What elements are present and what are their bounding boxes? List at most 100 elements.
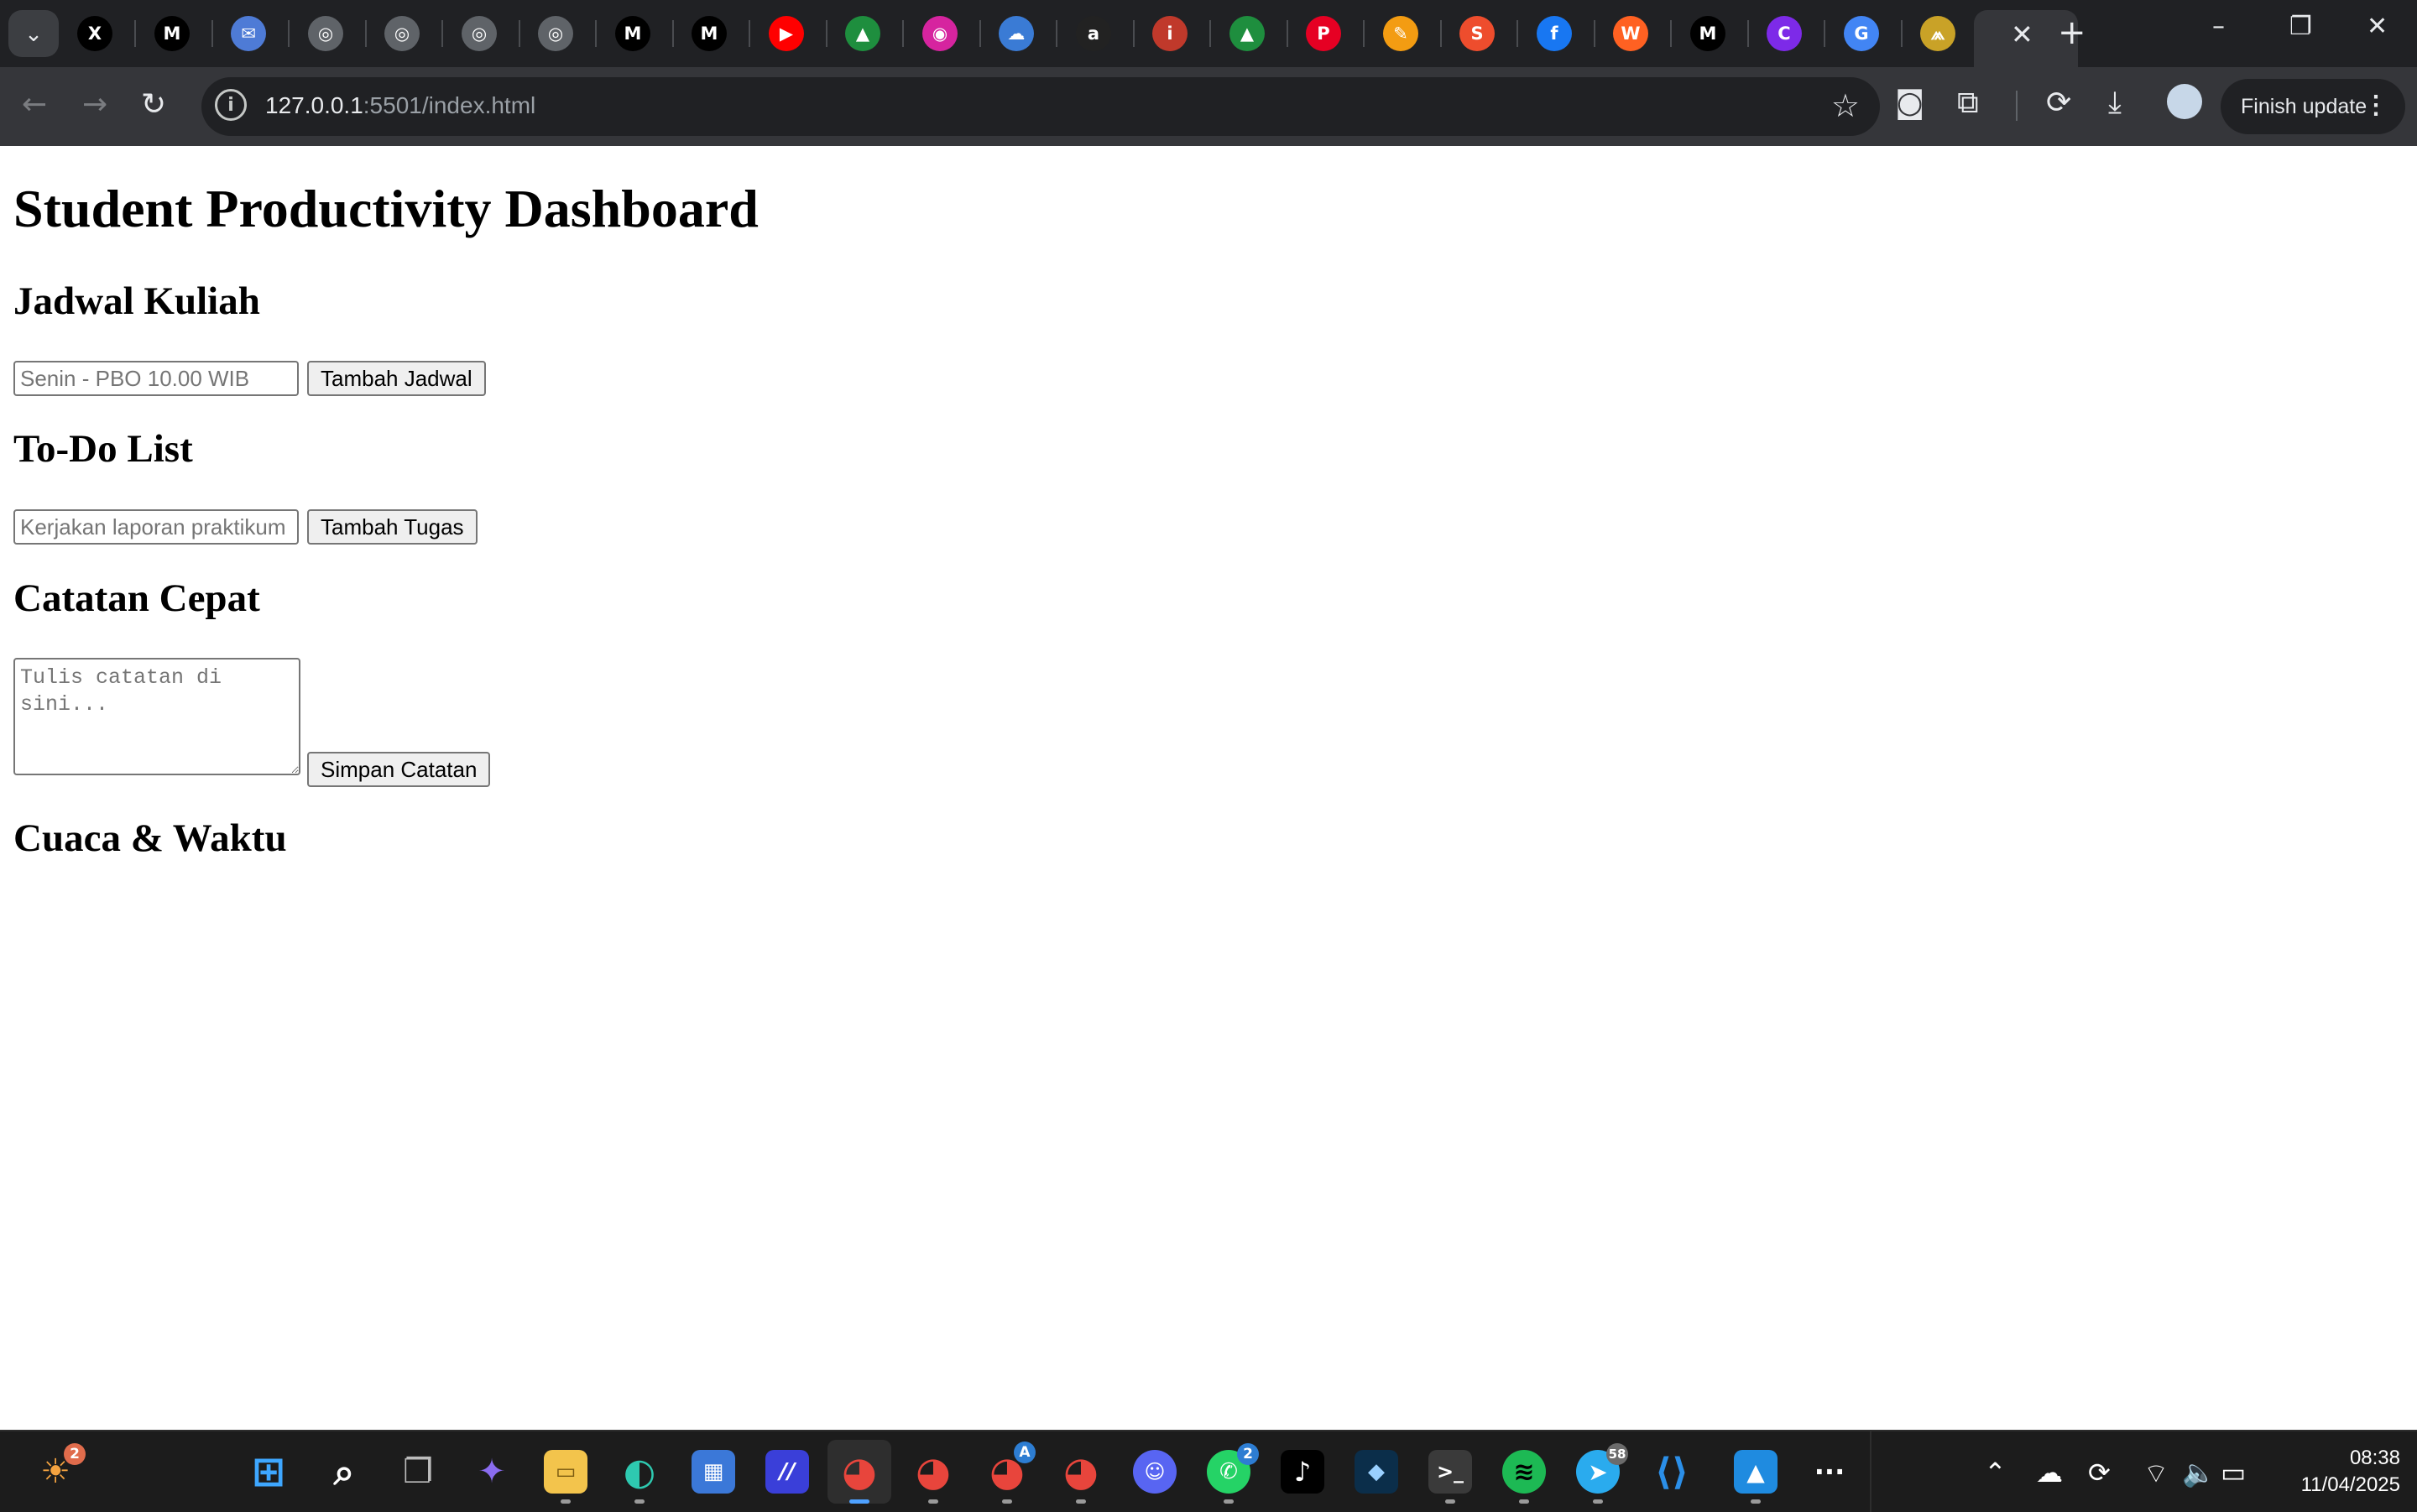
task-view-icon[interactable]: ❐ (396, 1450, 440, 1494)
weather-badge: 2 (64, 1443, 86, 1465)
medium-icon[interactable]: M (692, 16, 727, 51)
battery-icon[interactable]: ▭ (2221, 1457, 2246, 1489)
more-menu-icon[interactable]: ⋮ (2363, 91, 2388, 120)
tiktok-icon[interactable]: ♪ (1281, 1450, 1324, 1494)
bookmark-star-icon[interactable]: ☆ (1831, 87, 1860, 124)
medium-icon[interactable]: M (154, 16, 190, 51)
whatsapp-icon[interactable]: ✆ 2 (1207, 1443, 1259, 1504)
spotify-icon[interactable]: ≋ (1502, 1450, 1546, 1504)
windows-taskbar: ☀ 2 ⊞ ⌕ ❐ ✦ ▭ ◐ ▦ // ◕ ◕ ◕ A ◕ ☺ ✆ 2 ♪ ◆… (0, 1430, 2417, 1512)
screenshot-icon[interactable]: ◙ (1895, 86, 1924, 120)
wattpad-icon[interactable]: W (1613, 16, 1648, 51)
microsoft-store-icon[interactable]: ▦ (692, 1450, 735, 1494)
wifi-icon[interactable]: ⌔ (2143, 1457, 2169, 1490)
schedule-heading: Jadwal Kuliah (13, 279, 260, 323)
sync-icon[interactable]: ⟳ (2088, 1457, 2111, 1489)
globe-icon[interactable]: ◎ (538, 16, 573, 51)
add-task-button[interactable]: Tambah Tugas (307, 509, 478, 545)
photos-icon[interactable]: ▲ (1734, 1450, 1778, 1504)
globe-icon[interactable]: ◎ (308, 16, 343, 51)
active-indicator (849, 1499, 869, 1504)
notes-textarea[interactable] (13, 658, 300, 775)
url-text[interactable]: 127.0.0.1:5501/index.html (265, 92, 535, 119)
tab-separator (441, 20, 443, 47)
discord-icon[interactable]: ☺ (1133, 1450, 1177, 1494)
reload-button[interactable]: ↻ (141, 87, 166, 122)
todo-input[interactable] (13, 509, 299, 545)
volume-icon[interactable]: 🔈 (2182, 1457, 2216, 1489)
save-note-button[interactable]: Simpan Catatan (307, 752, 491, 787)
script-icon[interactable]: a (1076, 16, 1111, 51)
finish-update-label: Finish update (2241, 94, 2367, 118)
pen-icon[interactable]: ✎ (1383, 16, 1418, 51)
close-tab-icon[interactable]: ✕ (2011, 18, 2033, 50)
chrome-icon[interactable]: ◕ A (985, 1442, 1036, 1504)
system-clock[interactable]: 08:38 11/04/2025 (2266, 1445, 2400, 1499)
more-apps-icon[interactable]: ··· (1808, 1450, 1851, 1494)
forward-button[interactable]: → (82, 87, 107, 122)
running-indicator (1224, 1499, 1234, 1504)
onedrive-icon[interactable]: ☁ (2036, 1457, 2063, 1489)
telegram-badge: 58 (1606, 1443, 1628, 1465)
weather-heading: Cuaca & Waktu (13, 816, 287, 860)
add-schedule-button[interactable]: Tambah Jadwal (307, 361, 486, 396)
performance-icon[interactable]: ⟳ (2046, 86, 2071, 120)
cloud-icon[interactable]: ☁ (999, 16, 1034, 51)
tab-separator (1824, 20, 1825, 47)
url-host: 127.0.0.1 (265, 92, 363, 118)
url-path: :5501/index.html (363, 92, 536, 118)
edge-icon[interactable]: ◐ (618, 1450, 661, 1504)
telegram-icon[interactable]: ➤ 58 (1576, 1443, 1628, 1504)
instagram-icon[interactable]: ◉ (922, 16, 958, 51)
finish-update-button[interactable]: Finish update ⋮ (2221, 79, 2405, 134)
tab-separator (1363, 20, 1365, 47)
google-drive-icon[interactable]: ▲ (845, 16, 880, 51)
restore-button[interactable]: ❐ (2289, 12, 2312, 41)
tab-search-button[interactable]: ⌄ (8, 10, 59, 57)
chrome-icon[interactable]: ◕ (838, 1448, 881, 1504)
notes-heading: Catatan Cepat (13, 576, 260, 620)
minimize-button[interactable]: – (2212, 12, 2225, 41)
medium-icon[interactable]: M (1690, 16, 1725, 51)
profile-avatar[interactable] (2167, 84, 2202, 119)
canva-icon[interactable]: C (1767, 16, 1802, 51)
globe-icon[interactable]: ◎ (462, 16, 497, 51)
todo-heading: To-Do List (13, 427, 193, 471)
address-bar[interactable]: i 127.0.0.1:5501/index.html ☆ (201, 77, 1880, 136)
show-hidden-icons-icon[interactable]: ⌃ (1984, 1457, 2007, 1489)
shopee-icon[interactable]: S (1459, 16, 1495, 51)
terminal-icon[interactable]: >_ (1428, 1450, 1472, 1504)
google-drive-icon[interactable]: ▲ (1229, 16, 1265, 51)
google-icon[interactable]: G (1844, 16, 1879, 51)
globe-icon[interactable]: ◎ (384, 16, 420, 51)
site-info-icon[interactable]: i (215, 89, 247, 121)
extensions-icon[interactable]: ⧉ (1957, 86, 1979, 121)
back-button[interactable]: ← (22, 87, 47, 122)
downloads-icon[interactable]: ⤓ (2108, 86, 2122, 121)
file-explorer-icon[interactable]: ▭ (544, 1450, 587, 1504)
weather-widget-icon[interactable]: ☀ 2 (34, 1443, 86, 1494)
schedule-input[interactable] (13, 361, 299, 396)
start-icon[interactable]: ⊞ (247, 1448, 290, 1495)
info-icon[interactable]: i (1152, 16, 1188, 51)
app-icon[interactable]: // (765, 1450, 809, 1494)
pinterest-icon[interactable]: P (1306, 16, 1341, 51)
mail-icon[interactable]: ✉ (231, 16, 266, 51)
tab-separator (979, 20, 981, 47)
campus-icon[interactable]: ⩕ (1920, 16, 1955, 51)
tab-separator (1901, 20, 1903, 47)
chrome-icon[interactable]: ◕ (1059, 1448, 1103, 1504)
facebook-icon[interactable]: f (1537, 16, 1572, 51)
tab-separator (1747, 20, 1749, 47)
vscode-icon[interactable]: ⟨⟩ (1650, 1450, 1694, 1494)
medium-icon[interactable]: M (615, 16, 650, 51)
search-icon[interactable]: ⌕ (322, 1450, 366, 1494)
browser-toolbar: ← → ↻ i 127.0.0.1:5501/index.html ☆ ◙ ⧉ … (0, 67, 2417, 148)
new-tab-button[interactable]: + (2058, 13, 2086, 52)
close-window-button[interactable]: ✕ (2367, 12, 2388, 41)
chrome-icon[interactable]: ◕ (911, 1448, 955, 1504)
x-icon[interactable]: X (77, 16, 112, 51)
copilot-icon[interactable]: ✦ (470, 1450, 514, 1494)
youtube-icon[interactable]: ▶ (769, 16, 804, 51)
app-icon[interactable]: ◆ (1355, 1450, 1398, 1494)
